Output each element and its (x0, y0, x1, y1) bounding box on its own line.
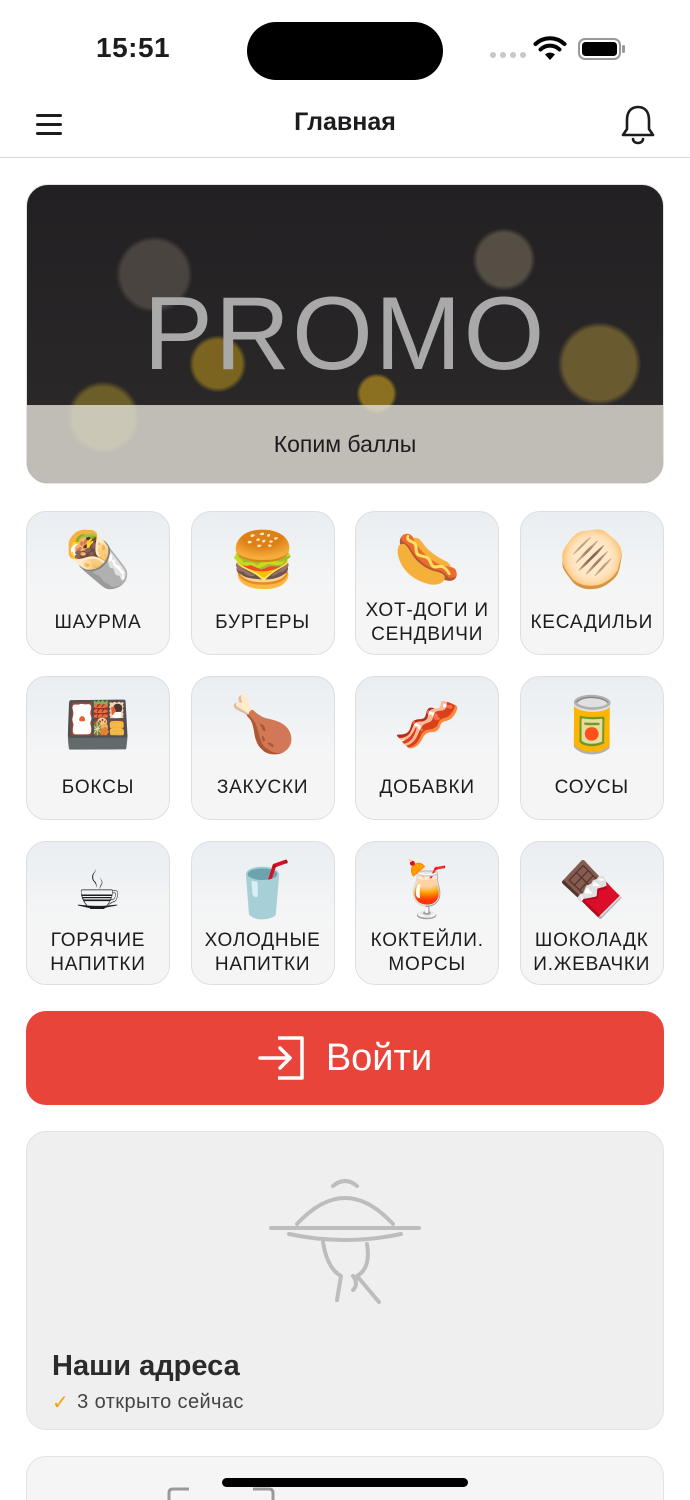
navigation-bar: Главная (0, 96, 690, 158)
category-tile[interactable]: 🍗 ЗАКУСКИ (190, 676, 335, 820)
category-label: БУРГЕРЫ (191, 592, 334, 654)
addresses-status: ✓ 3 открыто сейчас (52, 1390, 244, 1415)
promo-banner[interactable]: PROMO Копим баллы (26, 184, 664, 484)
category-label: СОУСЫ (520, 757, 663, 819)
login-button[interactable]: Войти (26, 1011, 664, 1105)
category-label: ГОРЯЧИЕ НАПИТКИ (27, 922, 169, 984)
category-tile[interactable]: 🍹 КОКТЕЙЛИ. МОРСЫ (355, 841, 500, 985)
addresses-title: Наши адреса (52, 1350, 240, 1382)
category-tile[interactable]: ☕ ГОРЯЧИЕ НАПИТКИ (26, 841, 170, 985)
category-label: ШОКОЛАДК И.ЖЕВАЧКИ (520, 922, 663, 984)
addresses-card[interactable]: Наши адреса ✓ 3 открыто сейчас (26, 1131, 664, 1430)
checkmark-icon: ✓ (52, 1392, 70, 1414)
dynamic-island (247, 22, 443, 80)
category-tile[interactable]: 🥫 СОУСЫ (519, 676, 664, 820)
status-time: 15:51 (96, 32, 171, 63)
status-bar: 15:51 (0, 0, 690, 96)
category-tile[interactable]: 🥤 ХОЛОДНЫЕ НАПИТКИ (190, 841, 335, 985)
page-title: Главная (294, 108, 396, 136)
promo-headline: PROMO (143, 276, 547, 392)
category-tile[interactable]: 🍔 БУРГЕРЫ (190, 511, 335, 655)
category-grid: 🌯 ШАУРМА 🍔 БУРГЕРЫ 🌭 ХОТ-ДОГИ И СЕНДВИЧИ 🫓 К… (26, 511, 664, 985)
wifi-icon (533, 36, 567, 60)
category-label: ХОЛОДНЫЕ НАПИТКИ (191, 922, 334, 984)
category-label: КЕСАДИЛЬИ (520, 592, 663, 654)
login-icon (258, 1036, 304, 1080)
category-label: ШАУРМА (27, 592, 169, 654)
category-tile[interactable]: 🫓 КЕСАДИЛЬИ (519, 511, 664, 655)
login-label: Войти (325, 1036, 433, 1079)
category-label: БОКСЫ (27, 757, 169, 819)
cloche-icon (269, 1179, 421, 1304)
category-label: КОКТЕЙЛИ. МОРСЫ (356, 922, 499, 984)
category-tile[interactable]: 🍫 ШОКОЛАДК И.ЖЕВАЧКИ (519, 841, 664, 985)
category-tile[interactable]: 🌯 ШАУРМА (26, 511, 170, 655)
category-tile[interactable]: 🥓 ДОБАВКИ (355, 676, 500, 820)
open-count-label: 3 открыто сейчас (77, 1391, 244, 1413)
category-label: ХОТ-ДОГИ И СЕНДВИЧИ (356, 592, 499, 654)
bell-icon[interactable] (618, 102, 658, 146)
category-label: ЗАКУСКИ (191, 757, 334, 819)
home-indicator (222, 1478, 468, 1487)
battery-icon (578, 38, 625, 60)
promo-caption: Копим баллы (27, 405, 663, 483)
signal-icon (490, 52, 526, 58)
category-tile[interactable]: 🌭 ХОТ-ДОГИ И СЕНДВИЧИ (355, 511, 500, 655)
card-icon (167, 1487, 275, 1500)
category-tile[interactable]: 🍱 БОКСЫ (26, 676, 170, 820)
category-label: ДОБАВКИ (356, 757, 499, 819)
